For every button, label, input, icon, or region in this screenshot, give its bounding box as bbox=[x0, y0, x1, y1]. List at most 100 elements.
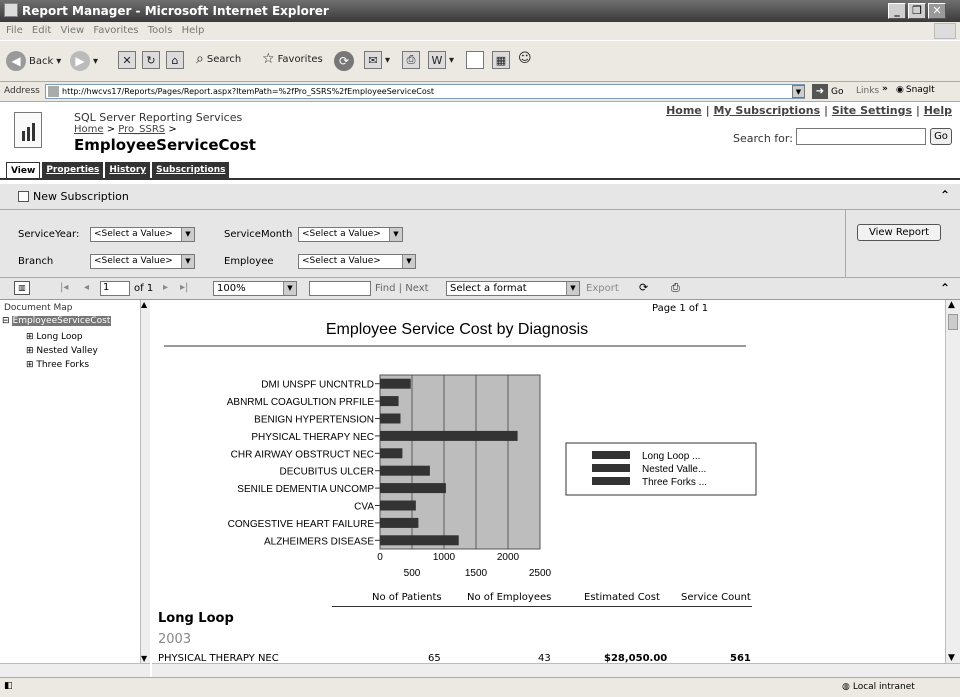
go-button[interactable]: ➜ Go bbox=[812, 84, 843, 99]
breadcrumb-home[interactable]: Home bbox=[74, 124, 104, 135]
service-year-select[interactable]: <Select a Value> ▼ bbox=[90, 227, 195, 242]
back-label: Back bbox=[29, 55, 54, 67]
find-button[interactable]: Find bbox=[375, 283, 396, 294]
close-button[interactable]: ✕ bbox=[928, 3, 946, 19]
find-sep: | bbox=[395, 283, 406, 294]
menu-view[interactable]: View bbox=[60, 25, 84, 36]
print-button[interactable]: ⎙ bbox=[402, 51, 420, 69]
back-button[interactable]: ◀ Back ▾ bbox=[6, 51, 61, 71]
view-report-button[interactable]: View Report bbox=[857, 224, 941, 241]
first-page-icon[interactable]: |◂ bbox=[60, 282, 68, 293]
refresh-report-icon[interactable]: ⟳ bbox=[639, 281, 648, 294]
links-label[interactable]: Links bbox=[856, 86, 879, 96]
nav-subscriptions[interactable]: My Subscriptions bbox=[713, 104, 820, 117]
doc-map-item[interactable]: ⊞ Three Forks bbox=[26, 358, 98, 372]
collapse-icon[interactable]: ⌃ bbox=[940, 188, 950, 202]
scroll-up-icon[interactable]: ▲ bbox=[948, 300, 955, 310]
branch-select[interactable]: <Select a Value> ▼ bbox=[90, 254, 195, 269]
nav-home[interactable]: Home bbox=[666, 104, 702, 117]
find-input[interactable] bbox=[309, 281, 371, 296]
expand-tree-icon: ⊞ bbox=[26, 346, 37, 356]
print-report-icon[interactable]: ⎙ bbox=[671, 281, 680, 295]
menu-help[interactable]: Help bbox=[182, 25, 205, 36]
scroll-thumb[interactable] bbox=[948, 314, 958, 330]
expand-tree-icon: ⊞ bbox=[26, 360, 37, 370]
mail-button[interactable]: ✉ ▾ bbox=[364, 51, 390, 69]
search-input[interactable] bbox=[796, 128, 926, 145]
previous-page-icon[interactable]: ◂ bbox=[84, 282, 89, 293]
refresh-icon: ↻ bbox=[142, 51, 160, 69]
export-format-select[interactable]: Select a format ▼ bbox=[446, 281, 580, 296]
column-header: No of Patients bbox=[372, 592, 442, 603]
report-scrollbar[interactable]: ▲ ▼ bbox=[945, 300, 960, 663]
menu-tools[interactable]: Tools bbox=[148, 25, 173, 36]
address-input[interactable]: http://hwcvs17/Reports/Pages/Report.aspx… bbox=[45, 84, 805, 99]
tab-view[interactable]: View bbox=[6, 162, 41, 178]
page-number-input[interactable]: 1 bbox=[100, 281, 130, 296]
ie-page-icon bbox=[4, 3, 18, 17]
breadcrumb-folder[interactable]: Pro_SSRS bbox=[118, 124, 165, 135]
last-page-icon[interactable]: ▸| bbox=[180, 282, 188, 293]
legend-swatch bbox=[592, 464, 630, 472]
stop-button[interactable]: ✕ bbox=[118, 51, 136, 69]
maximize-button[interactable]: ❐ bbox=[908, 3, 926, 19]
export-button[interactable]: Export bbox=[586, 283, 619, 294]
doc-map-item[interactable]: ⊞ Nested Valley bbox=[26, 344, 98, 358]
scroll-down-icon[interactable]: ▼ bbox=[948, 653, 955, 663]
scroll-up-icon[interactable]: ▲ bbox=[141, 300, 147, 309]
report-hscroll[interactable] bbox=[152, 663, 960, 677]
doc-map-scrollbar[interactable]: ▲ ▼ bbox=[140, 300, 150, 663]
doc-map-item[interactable]: ⊞ Long Loop bbox=[26, 330, 98, 344]
research-button[interactable]: ▦ bbox=[492, 51, 510, 69]
next-page-icon[interactable]: ▸ bbox=[163, 282, 168, 293]
doc-map-root[interactable]: ⊟ EmployeeServiceCost bbox=[2, 316, 112, 326]
menu-favorites[interactable]: Favorites bbox=[93, 25, 138, 36]
minimize-button[interactable]: _ bbox=[888, 3, 906, 19]
category-label: DMI UNSPF UNCNTRLD bbox=[261, 380, 374, 391]
snagit-button[interactable]: ◉ SnagIt bbox=[896, 85, 935, 95]
chevron-right-icon[interactable]: » bbox=[882, 84, 888, 94]
employee-select[interactable]: <Select a Value> ▼ bbox=[298, 254, 416, 269]
new-subscription-link[interactable]: New Subscription bbox=[18, 190, 129, 203]
search-button[interactable]: ⌕ Search bbox=[196, 51, 241, 67]
star-icon: ☆ bbox=[262, 51, 275, 67]
windows-logo-icon bbox=[934, 23, 956, 39]
favorites-button[interactable]: ☆ Favorites bbox=[262, 51, 323, 67]
zoom-select[interactable]: 100% ▼ bbox=[213, 281, 297, 296]
collapse-icon[interactable]: ⌃ bbox=[940, 281, 950, 295]
x-tick-label: 2000 bbox=[497, 552, 520, 563]
row-diagnosis: PHYSICAL THERAPY NEC bbox=[158, 653, 279, 663]
tab-properties[interactable]: Properties bbox=[42, 162, 104, 178]
row-patients: 65 bbox=[428, 653, 441, 663]
next-button[interactable]: Next bbox=[405, 283, 428, 294]
category-label: PHYSICAL THERAPY NEC bbox=[251, 432, 374, 443]
address-dropdown[interactable]: ▼ bbox=[792, 85, 805, 98]
search-go-button[interactable]: Go bbox=[930, 128, 952, 145]
nav-settings[interactable]: Site Settings bbox=[832, 104, 912, 117]
home-button[interactable]: ⌂ bbox=[166, 51, 184, 69]
parameters-area: ServiceYear: <Select a Value> ▼ ServiceMo… bbox=[0, 210, 960, 278]
messenger-button[interactable]: ☺ bbox=[518, 51, 532, 66]
forward-button[interactable]: ▶ ▾ bbox=[70, 51, 98, 71]
doc-map-toggle-icon[interactable]: ▥ bbox=[14, 281, 30, 295]
address-bar: Address http://hwcvs17/Reports/Pages/Rep… bbox=[0, 82, 960, 102]
discuss-button[interactable] bbox=[466, 51, 484, 69]
service-month-select[interactable]: <Select a Value> ▼ bbox=[298, 227, 403, 242]
export-format-value: Select a format bbox=[450, 283, 527, 294]
back-arrow-icon: ◀ bbox=[6, 51, 26, 71]
tab-history[interactable]: History bbox=[105, 162, 151, 178]
tab-subscriptions[interactable]: Subscriptions bbox=[152, 162, 230, 178]
bar bbox=[380, 413, 401, 424]
page-status-icon: ◧ bbox=[4, 681, 13, 691]
nav-sep: | bbox=[701, 104, 714, 117]
scroll-down-icon[interactable]: ▼ bbox=[141, 654, 147, 663]
history-button[interactable]: ⟳ bbox=[334, 51, 354, 71]
menu-edit[interactable]: Edit bbox=[32, 25, 51, 36]
refresh-button[interactable]: ↻ bbox=[142, 51, 160, 69]
edit-button[interactable]: W ▾ bbox=[428, 51, 454, 69]
doc-map-hscroll[interactable] bbox=[0, 663, 150, 677]
menu-file[interactable]: File bbox=[6, 25, 23, 36]
nav-help[interactable]: Help bbox=[924, 104, 952, 117]
word-icon: W bbox=[428, 51, 446, 69]
legend-swatch bbox=[592, 477, 630, 485]
